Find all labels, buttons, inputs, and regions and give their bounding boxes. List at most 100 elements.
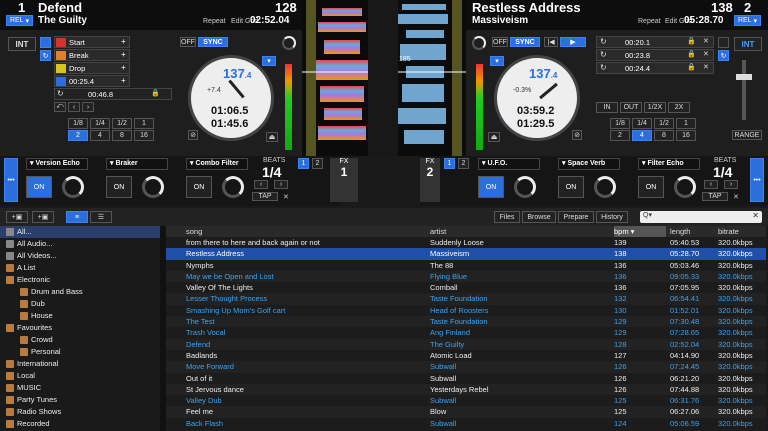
left-loop-icon[interactable]: ↻: [57, 89, 64, 98]
sidebar-item[interactable]: Drum and Bass: [0, 286, 160, 298]
fx-param-knob[interactable]: [222, 176, 244, 198]
left-repeat-button[interactable]: Repeat: [203, 18, 226, 25]
loop-control-button[interactable]: IN: [596, 102, 618, 113]
left-mode-button-2[interactable]: ↻: [40, 50, 51, 61]
right-play-button[interactable]: ▶: [560, 37, 586, 47]
sidebar-item[interactable]: MUSIC: [0, 382, 160, 394]
loop-size-button[interactable]: 1/2: [112, 118, 132, 129]
cue-clear-icon[interactable]: ✕: [703, 63, 709, 71]
sidebar-item[interactable]: Crowd: [0, 334, 160, 346]
fx-slot-name[interactable]: ▾ Braker: [106, 158, 168, 170]
loop-control-button[interactable]: OUT: [620, 102, 642, 113]
col-bpm-header[interactable]: bpm ▾: [614, 226, 666, 237]
sidebar-item[interactable]: Radio Shows: [0, 406, 160, 418]
fx-param-knob[interactable]: [594, 176, 616, 198]
fx-param-knob[interactable]: [514, 176, 536, 198]
right-cue-row[interactable]: ↻ 00:24.4 🔒 ✕: [596, 62, 714, 74]
right-sync-button[interactable]: SYNC: [510, 37, 540, 47]
loop-size-button[interactable]: 1/8: [610, 118, 630, 129]
fx-left-deck2-button[interactable]: 2: [312, 158, 323, 169]
fx-right-beats-prev[interactable]: ‹: [704, 180, 718, 189]
left-sync-button[interactable]: SYNC: [198, 37, 228, 47]
right-mode-button-1[interactable]: [718, 37, 729, 48]
right-off-button[interactable]: OFF: [492, 37, 508, 47]
left-cue-row[interactable]: 00:25.4 +: [54, 75, 130, 87]
cue-add-icon[interactable]: +: [121, 76, 126, 85]
fx-slot-name[interactable]: ▾ Combo Filter: [186, 158, 248, 170]
sidebar-item[interactable]: Electronic: [0, 274, 160, 286]
loop-size-button[interactable]: 8: [654, 130, 674, 141]
fx-on-button[interactable]: ON: [478, 176, 504, 198]
lock-icon[interactable]: 🔒: [687, 37, 696, 45]
loop-size-button[interactable]: 1/2: [654, 118, 674, 129]
fx-left-tap-button[interactable]: TAP: [252, 192, 278, 201]
add-folder-button[interactable]: +▣: [6, 211, 28, 223]
left-loop-out-button[interactable]: ›: [82, 102, 94, 112]
fx-on-button[interactable]: ON: [26, 176, 52, 198]
table-row[interactable]: Out of it Subwall 126 06:21.20 320.0kbps: [166, 373, 766, 384]
right-int-button[interactable]: INT: [734, 37, 762, 51]
sidebar-item[interactable]: House: [0, 310, 160, 322]
table-row[interactable]: Smashing Up Mom's Golf cart Head of Roost…: [166, 305, 766, 316]
browser-tab[interactable]: Browse: [522, 211, 556, 223]
sidebar-item[interactable]: Recorded: [0, 418, 160, 430]
right-mode-button-2[interactable]: ↻: [718, 50, 729, 61]
fx-param-knob[interactable]: [674, 176, 696, 198]
left-platter[interactable]: 137.4 +7.4 01:06.5 01:45.6: [188, 55, 274, 141]
fx-on-button[interactable]: ON: [186, 176, 212, 198]
left-cue-row[interactable]: Break +: [54, 49, 130, 61]
fx-on-button[interactable]: ON: [558, 176, 584, 198]
cue-add-icon[interactable]: +: [121, 37, 126, 46]
cue-clear-icon[interactable]: ✕: [703, 50, 709, 58]
loop-size-button[interactable]: 1: [134, 118, 154, 129]
col-bitrate-header[interactable]: bitrate: [718, 226, 764, 237]
right-cue-jump-button[interactable]: |◀: [544, 37, 558, 47]
right-key-button[interactable]: ▾: [490, 56, 504, 66]
browser-tab[interactable]: Files: [494, 211, 520, 223]
fx-right-beats-next[interactable]: ›: [724, 180, 738, 189]
fx-param-knob[interactable]: [62, 176, 84, 198]
sidebar-item[interactable]: Local: [0, 370, 160, 382]
fx-right-tap-button[interactable]: TAP: [702, 192, 728, 201]
sidebar-item[interactable]: All Videos...: [0, 250, 160, 262]
fx-on-button[interactable]: ON: [106, 176, 132, 198]
sidebar-item[interactable]: Party Tunes: [0, 394, 160, 406]
sidebar-item[interactable]: International: [0, 358, 160, 370]
add-crate-button[interactable]: +▣: [32, 211, 54, 223]
table-row[interactable]: Nymphs The 88 136 05:03.46 320.0kbps: [166, 260, 766, 271]
loop-size-button[interactable]: 4: [632, 130, 652, 141]
search-field[interactable]: Q▾ ✕: [640, 211, 762, 223]
right-rel-button[interactable]: REL ▾: [734, 15, 761, 26]
table-row[interactable]: Back Flash Subwall 124 05:06.59 320.0kbps: [166, 418, 766, 429]
table-row[interactable]: Move Forward Subwall 126 07:24.45 320.0kbps: [166, 361, 766, 373]
view-grid-button[interactable]: ≡: [66, 211, 88, 223]
fx-right-close-icon[interactable]: ✕: [733, 193, 739, 201]
lock-icon[interactable]: 🔒: [687, 50, 696, 58]
fx-right-deck2-button[interactable]: 2: [458, 158, 469, 169]
col-song-header[interactable]: song: [186, 226, 426, 237]
cue-add-icon[interactable]: +: [121, 63, 126, 72]
browser-tab[interactable]: Prepare: [558, 211, 594, 223]
sidebar-item[interactable]: All Audio...: [0, 238, 160, 250]
sidebar-item[interactable]: Dub: [0, 298, 160, 310]
left-rel-button[interactable]: REL ▾: [6, 15, 33, 26]
sidebar-item[interactable]: Personal: [0, 346, 160, 358]
left-lock-icon[interactable]: 🔒: [151, 89, 160, 97]
table-row[interactable]: Feel me Blow 125 06:27.06 320.0kbps: [166, 406, 766, 418]
fx-left-close-icon[interactable]: ✕: [283, 193, 289, 201]
search-clear-icon[interactable]: ✕: [752, 211, 759, 220]
cue-clear-icon[interactable]: ✕: [703, 37, 709, 45]
fx-param-knob[interactable]: [142, 176, 164, 198]
left-eject-button[interactable]: ⏏: [266, 132, 278, 142]
fx-left-menu-button[interactable]: •••: [4, 158, 18, 202]
table-row[interactable]: from there to here and back again or not…: [166, 237, 766, 248]
view-list-button[interactable]: ☰: [90, 211, 112, 223]
right-platter[interactable]: 137.4 -0.3% 03:59.2 01:29.5: [494, 55, 580, 141]
loop-size-button[interactable]: 1/4: [632, 118, 652, 129]
right-repeat-button[interactable]: Repeat: [638, 18, 661, 25]
left-cue-row[interactable]: Start +: [54, 36, 130, 48]
loop-size-button[interactable]: 2: [68, 130, 88, 141]
loop-size-button[interactable]: 4: [90, 130, 110, 141]
right-pitch-slider-handle[interactable]: [736, 74, 752, 80]
table-row[interactable]: Defend The Guilty 128 02:52.04 320.0kbps: [166, 338, 766, 350]
